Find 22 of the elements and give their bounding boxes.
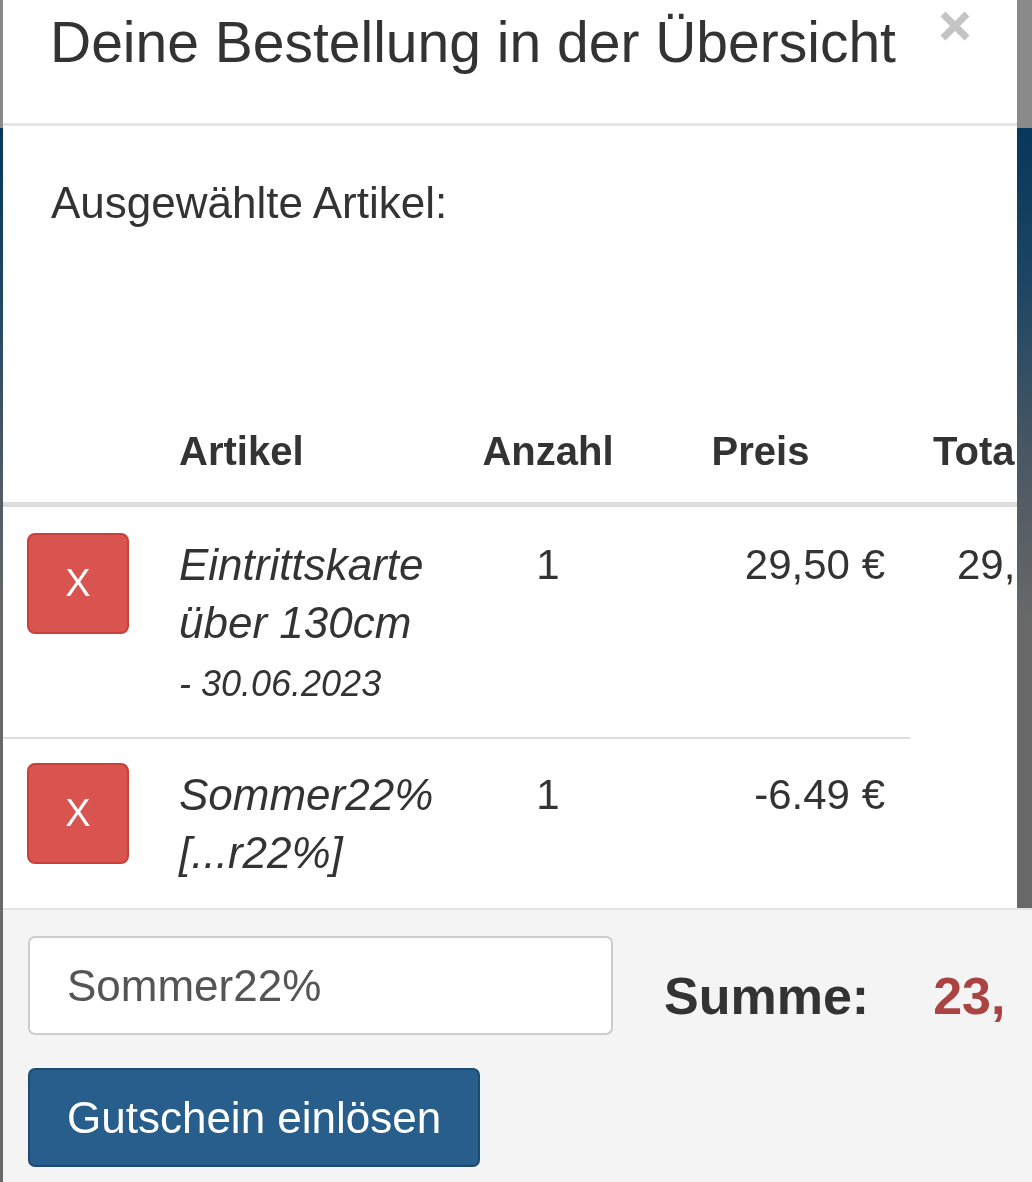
sum-value: 23, <box>933 966 1006 1026</box>
item-date: - 30.06.2023 <box>179 662 382 706</box>
column-header: Artikel <box>179 428 304 475</box>
close-icon <box>938 10 972 42</box>
section-label: Ausgewählte Artikel: <box>51 177 448 229</box>
remove-button[interactable]: X <box>27 763 129 864</box>
column-header: Preis <box>711 428 810 475</box>
column-header: Tota <box>933 428 1015 475</box>
voucher-input[interactable]: Sommer22% <box>28 936 613 1035</box>
modal-title: Deine Bestellung in der Übersicht <box>50 9 896 75</box>
item-name: Eintrittskarte über 130cm <box>179 539 425 649</box>
item-name: Sommer22% [...r22%] <box>179 769 435 879</box>
total-text: 29, <box>957 540 1016 590</box>
price-text: -6.49 € <box>754 770 885 820</box>
remove-button[interactable]: X <box>27 533 129 634</box>
column-header: Anzahl <box>482 428 614 475</box>
close-button[interactable] <box>938 10 972 42</box>
sum-label: Summe: <box>664 966 870 1026</box>
quantity-text: 1 <box>536 770 560 820</box>
quantity-text: 1 <box>536 540 560 590</box>
price-text: 29,50 € <box>744 540 885 590</box>
redeem-button[interactable]: Gutschein einlösen <box>28 1068 480 1167</box>
